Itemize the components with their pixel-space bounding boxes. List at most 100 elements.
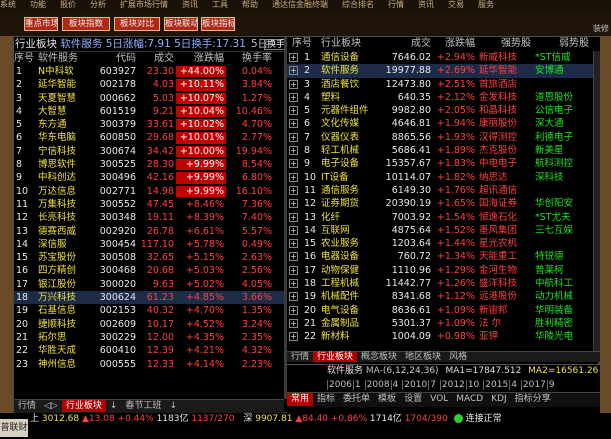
- stock-row[interactable]: 18 万兴科技 300624 61.23 +4.85% 3.66%: [14, 291, 284, 305]
- stock-row[interactable]: 8 博思软件 300525 28.30 +9.99% 8.54%: [14, 158, 284, 171]
- kline-menu-item[interactable]: MACD: [452, 393, 487, 406]
- stock-col-header[interactable]: 序号: [14, 52, 36, 65]
- kline-menu-item[interactable]: 设置: [400, 393, 426, 406]
- menu-item[interactable]: 行情: [388, 0, 404, 9]
- menu-item[interactable]: 综合排名: [342, 0, 374, 9]
- stock-row[interactable]: 7 宁信科技 300674 34.42 +10.00% 19.94%: [14, 145, 284, 158]
- expand-icon[interactable]: +: [289, 119, 298, 129]
- stock-row[interactable]: 17 银江股份 300020 9.63 +5.02% 4.05%: [14, 278, 284, 291]
- right-tab[interactable]: 行业板块: [313, 352, 358, 362]
- sector-row[interactable]: +20 电气设备 8636.61 +1.09% 新宙邦 华明装备: [287, 304, 600, 317]
- expand-icon[interactable]: +: [289, 146, 298, 156]
- left-tab[interactable]: ↓: [165, 400, 181, 412]
- stock-col-header[interactable]: 软件服务: [36, 52, 94, 65]
- sector-row[interactable]: +8 轻工机械 5686.41 +1.89% 杰克股份 新美星: [287, 144, 600, 157]
- right-tab[interactable]: 行情: [287, 352, 313, 362]
- sector-row[interactable]: +18 工程机械 11442.77 +1.26% 盛洋科技 中航科工: [287, 277, 600, 290]
- menu-item[interactable]: 交易: [448, 0, 464, 9]
- stock-row[interactable]: 20 捷顺科技 002609 10.17 +4.52% 3.24%: [14, 318, 284, 331]
- sector-row[interactable]: +9 电子设备 15357.67 +1.83% 中电电子 航科测控: [287, 157, 600, 170]
- stock-row[interactable]: 13 德赛西威 002920 26.78 +6.61% 5.57%: [14, 225, 284, 238]
- menu-item[interactable]: 通达信金融终端: [272, 0, 328, 9]
- expand-icon[interactable]: +: [289, 66, 298, 76]
- expand-icon[interactable]: +: [289, 199, 298, 209]
- sector-col-header[interactable]: 成交: [381, 37, 433, 51]
- left-tab[interactable]: 春节工班: [121, 400, 165, 412]
- expand-icon[interactable]: +: [289, 239, 298, 249]
- menu-item[interactable]: 资讯: [182, 0, 198, 9]
- menu-item[interactable]: 扩展市场行情: [120, 0, 168, 9]
- sector-row[interactable]: +14 互联网 4875.64 +1.52% 墨风集团 三七互娱: [287, 224, 600, 237]
- stock-col-header[interactable]: 涨跌幅: [176, 52, 226, 65]
- expand-icon[interactable]: +: [289, 292, 298, 302]
- kline-menu-item[interactable]: VOL: [426, 393, 452, 406]
- expand-icon[interactable]: +: [289, 212, 298, 222]
- left-tab[interactable]: 行情: [14, 400, 40, 412]
- expand-icon[interactable]: +: [289, 106, 298, 116]
- expand-icon[interactable]: +: [289, 159, 298, 169]
- sector-indicator-button[interactable]: 板块指标: [201, 17, 235, 31]
- menu-item[interactable]: 系统: [0, 0, 16, 9]
- sector-row[interactable]: +17 动物保健 1110.96 +1.29% 金河生物 普莱柯: [287, 264, 600, 277]
- expand-icon[interactable]: +: [289, 332, 298, 342]
- sector-row[interactable]: +21 金属制品 5301.37 +1.09% 法 尔胜利精密: [287, 317, 600, 330]
- expand-icon[interactable]: +: [289, 279, 298, 289]
- stock-col-header[interactable]: 成交: [138, 52, 176, 65]
- sector-row[interactable]: +6 文化传媒 4646.81 +1.94% 康丽股份 深大通: [287, 117, 600, 130]
- expand-icon[interactable]: +: [289, 79, 298, 89]
- sector-row[interactable]: +1 通信设备 7646.02 +2.94% 新威科技 *ST信威: [287, 51, 600, 64]
- stock-row[interactable]: 22 华胜天成 600410 12.39 +4.21% 4.32%: [14, 344, 284, 357]
- expand-icon[interactable]: +: [289, 318, 298, 328]
- sector-row[interactable]: +11 通信服务 6149.30 +1.76% 超讯通信: [287, 184, 600, 197]
- sector-col-header[interactable]: 行业板块: [319, 37, 381, 51]
- kline-menu-item[interactable]: 指标分享: [511, 393, 555, 406]
- sector-row[interactable]: +4 塑料 640.35 +2.12% 金发科技 道恩股份: [287, 91, 600, 104]
- sector-link-button[interactable]: 板块联动: [164, 17, 198, 31]
- right-tab[interactable]: 地区板块: [401, 352, 445, 362]
- key-market-button[interactable]: 重点市场: [24, 17, 58, 31]
- kline-menu-item[interactable]: 常用: [287, 393, 314, 406]
- turnover-toggle-button[interactable]: 换手: [264, 39, 284, 50]
- stock-row[interactable]: 3 天夏智慧 000662 5.03 +10.07% 1.27%: [14, 92, 284, 105]
- sector-col-header[interactable]: 弱势股: [533, 37, 591, 51]
- menu-item[interactable]: 功能: [30, 0, 46, 9]
- sector-row[interactable]: +19 机械配件 8341.68 +1.12% 远港股份 动力机械: [287, 290, 600, 303]
- expand-icon[interactable]: +: [289, 53, 298, 62]
- sector-col-header[interactable]: 涨跌幅: [433, 37, 477, 51]
- expand-icon[interactable]: +: [289, 92, 298, 102]
- stock-row[interactable]: 6 华东电脑 600850 29.68 +10.01% 2.77%: [14, 131, 284, 144]
- stock-row[interactable]: 2 延华智能 002178 4.03 +10.11% 3.84%: [14, 78, 284, 91]
- menu-item[interactable]: 工具: [212, 0, 228, 9]
- expand-icon[interactable]: +: [289, 265, 298, 275]
- kline-menu-item[interactable]: 指标: [313, 393, 339, 406]
- expand-icon[interactable]: +: [289, 172, 298, 182]
- stock-col-header[interactable]: 代码: [94, 52, 138, 65]
- stock-col-header[interactable]: 换手率: [226, 52, 274, 65]
- sector-index-button[interactable]: 板块指数: [62, 17, 110, 31]
- stock-row[interactable]: 12 长亮科技 300348 19.11 +8.39% 7.40%: [14, 211, 284, 224]
- sector-row[interactable]: +7 仪器仪表 8865.56 +1.93% 汉得测控 利德电子: [287, 131, 600, 144]
- sector-row[interactable]: +10 IT设备 10114.07 +1.82% 纳思达 深科技: [287, 171, 600, 184]
- connection-status-text[interactable]: 连接正常: [466, 414, 502, 424]
- right-tab[interactable]: 概念板块: [357, 352, 401, 362]
- kline-menu-item[interactable]: 委托单: [339, 393, 374, 406]
- toolbar-right-label[interactable]: 装修: [593, 23, 609, 34]
- kline-menu-item[interactable]: KDJ: [487, 393, 511, 406]
- sector-col-header[interactable]: 强势股: [477, 37, 533, 51]
- sector-row[interactable]: +13 化纤 7003.92 +1.54% 恒逸石化 *ST尤夫: [287, 211, 600, 224]
- menu-item[interactable]: 报价: [60, 0, 76, 9]
- sector-compare-button[interactable]: 板块对比: [114, 17, 160, 31]
- stock-row[interactable]: 4 大智慧 601519 9.21 +10.04% 10.46%: [14, 105, 284, 118]
- sector-col-header[interactable]: 序号: [287, 37, 319, 51]
- stock-row[interactable]: 15 苏宝股份 300508 32.65 +5.15% 2.63%: [14, 251, 284, 264]
- stock-row[interactable]: 14 深信服 300454 117.10 +5.78% 0.49%: [14, 238, 284, 251]
- stock-row[interactable]: 1 N中科软 603927 23.30 +44.00% 0.04%: [14, 65, 284, 78]
- sector-row[interactable]: +3 酒店餐饮 12473.80 +2.51% 首旅酒店: [287, 78, 600, 91]
- sector-row[interactable]: +22 新材料 1004.09 +0.98% 亚钾 华陵光电: [287, 330, 600, 343]
- left-tab[interactable]: ◁▷: [40, 400, 62, 412]
- expand-icon[interactable]: +: [289, 305, 298, 315]
- left-tab[interactable]: 行业板块: [61, 400, 106, 412]
- stock-row[interactable]: 16 四方精创 300468 20.68 +5.03% 2.56%: [14, 264, 284, 277]
- sector-row[interactable]: +5 元器件组件 9982.80 +2.05% 和晶科技 公信电子: [287, 104, 600, 117]
- sector-row[interactable]: +12 证券期货 20390.19 +1.65% 国海证券 华创阳安: [287, 197, 600, 210]
